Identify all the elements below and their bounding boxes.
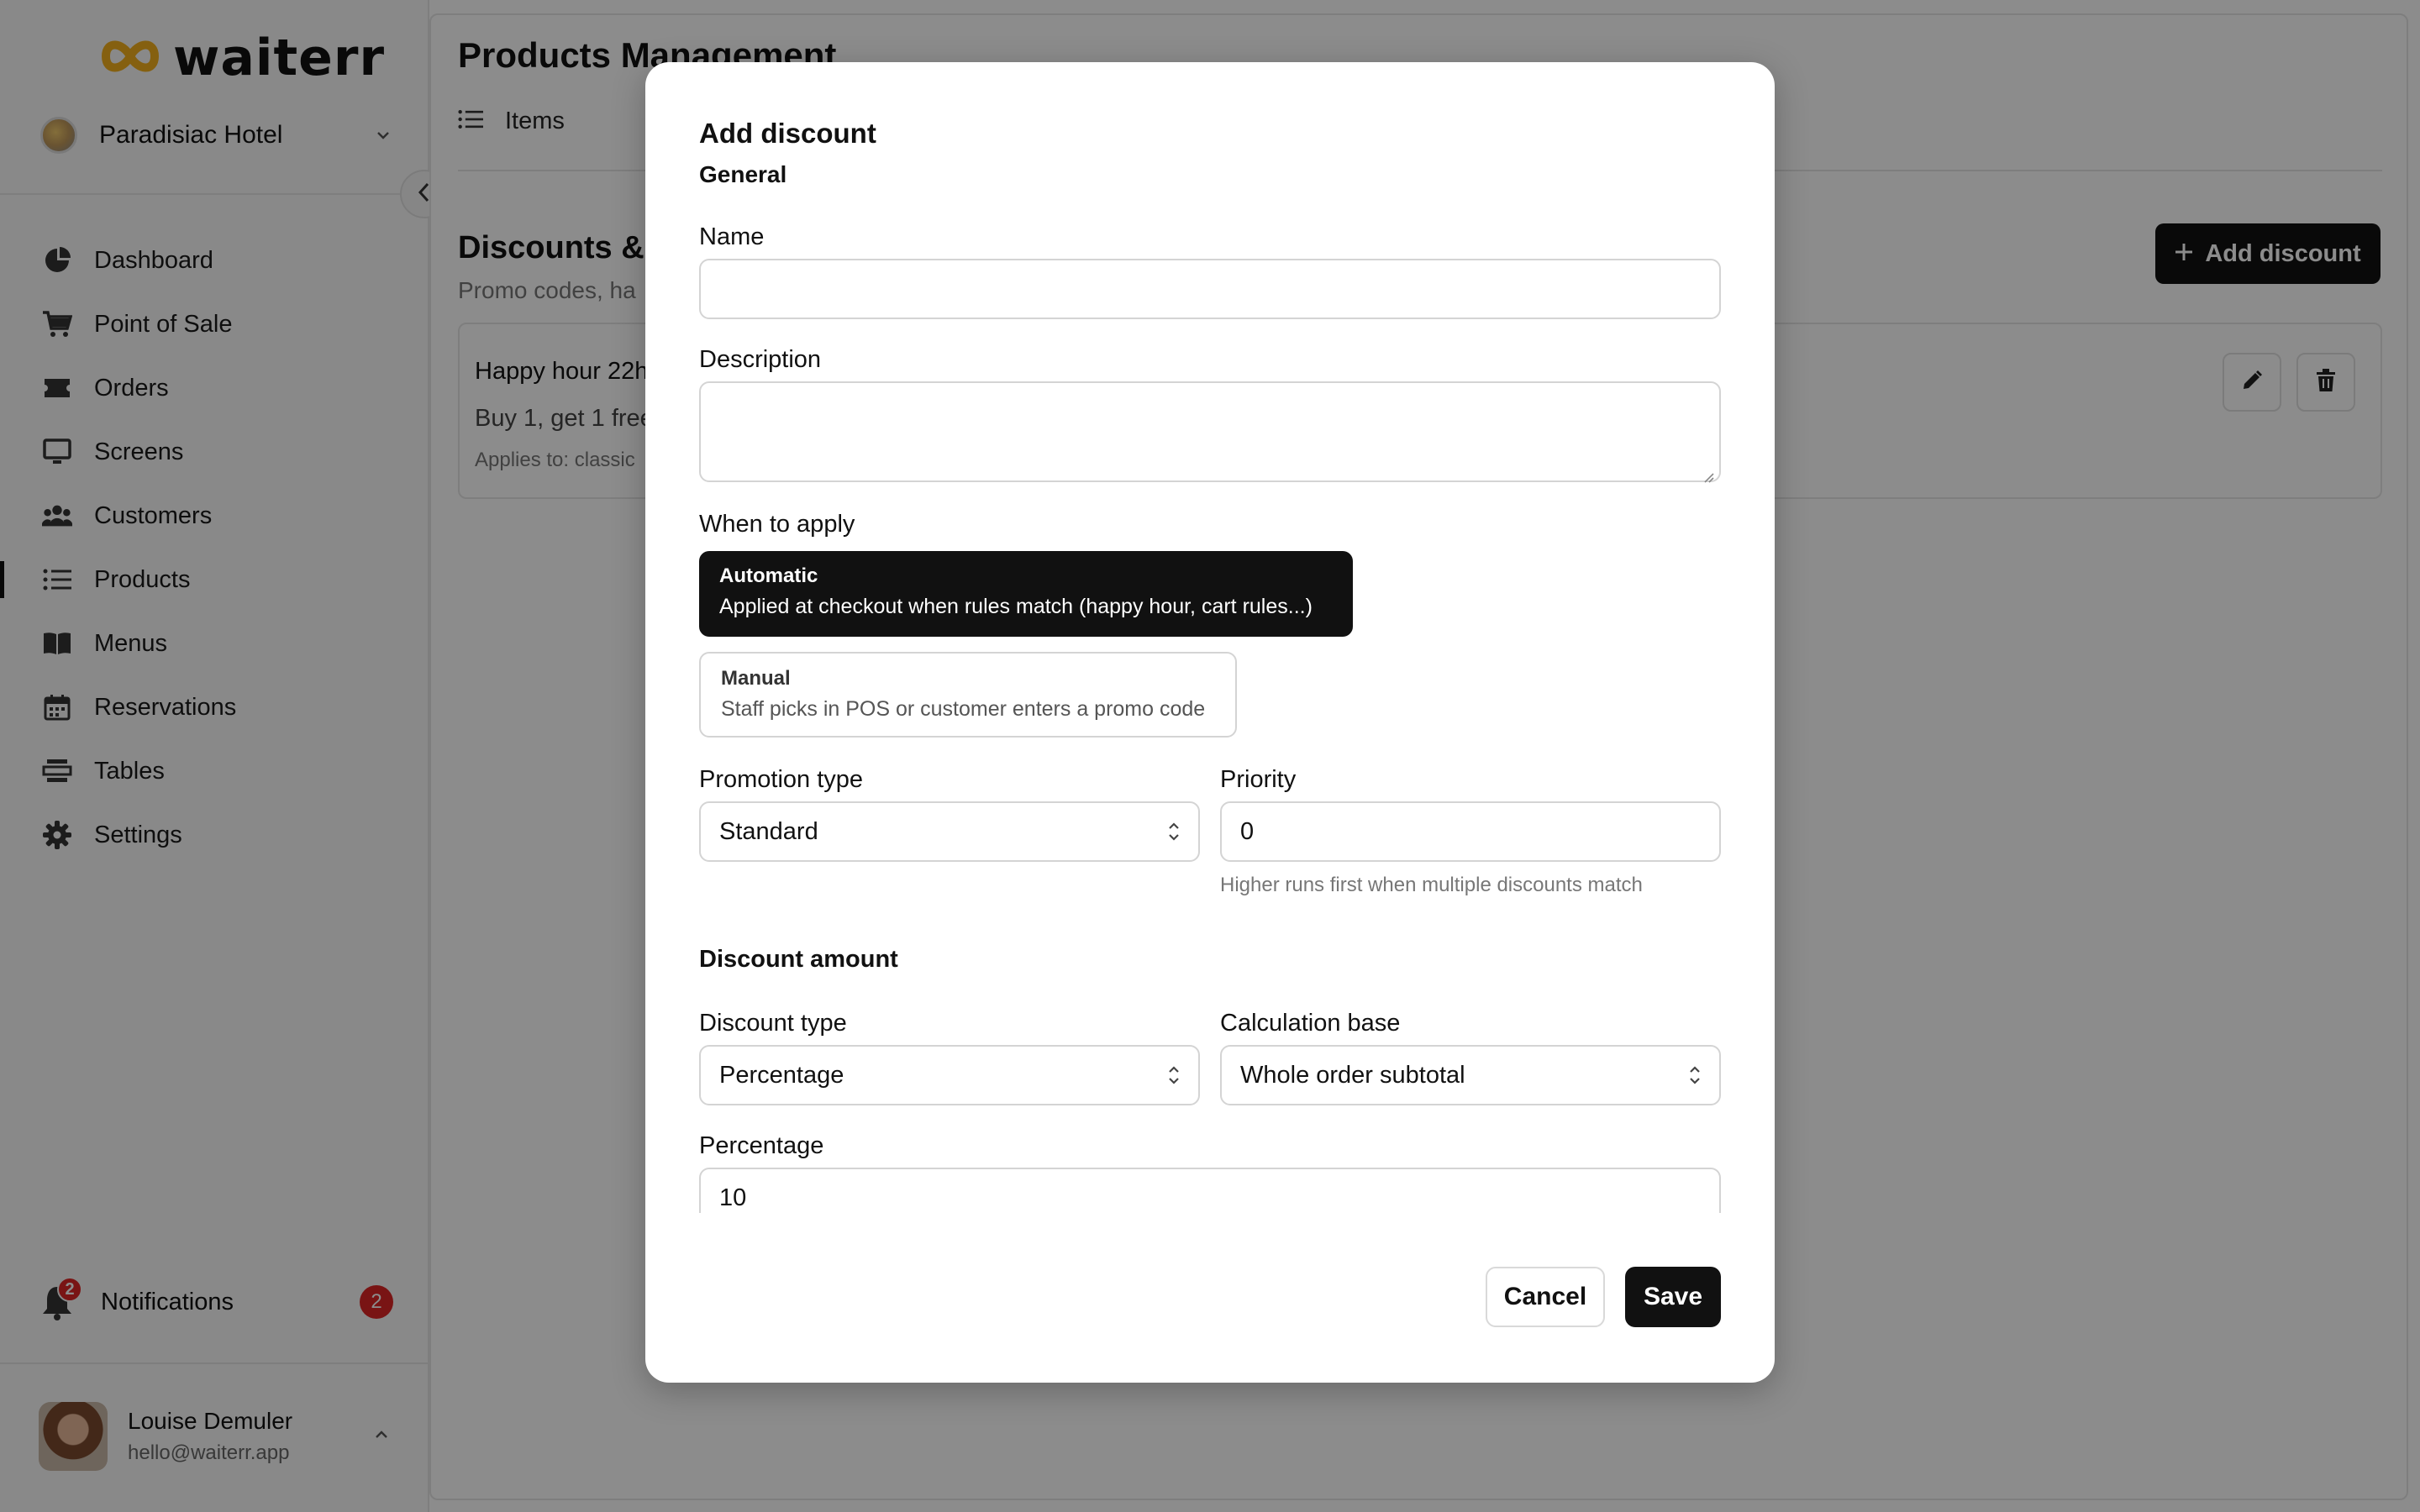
priority-input[interactable]: 0 xyxy=(1220,801,1721,862)
discount-type-select[interactable]: Percentage xyxy=(699,1045,1200,1105)
scroll-clip xyxy=(645,1213,1775,1236)
manual-option[interactable]: Manual Staff picks in POS or customer en… xyxy=(699,652,1237,738)
discount-amount-heading: Discount amount xyxy=(699,946,898,973)
select-arrows-icon xyxy=(1166,1063,1181,1088)
select-arrows-icon xyxy=(1687,1063,1702,1088)
dialog-title: Add discount xyxy=(699,118,876,149)
manual-option-title: Manual xyxy=(721,667,791,690)
discount-type-label: Discount type xyxy=(699,1010,847,1037)
resize-grip-icon[interactable] xyxy=(1701,462,1714,483)
add-discount-dialog: Add discount General Name Description Wh… xyxy=(645,62,1775,1383)
cancel-button[interactable]: Cancel xyxy=(1486,1267,1605,1327)
calculation-base-value: Whole order subtotal xyxy=(1240,1061,1465,1089)
priority-label: Priority xyxy=(1220,766,1297,793)
automatic-option-description: Applied at checkout when rules match (ha… xyxy=(719,595,1313,618)
select-arrows-icon xyxy=(1166,819,1181,844)
priority-hint: Higher runs first when multiple discount… xyxy=(1220,874,1643,896)
discount-type-value: Percentage xyxy=(719,1061,844,1089)
description-label: Description xyxy=(699,346,822,373)
promotion-type-select[interactable]: Standard xyxy=(699,801,1200,862)
save-button[interactable]: Save xyxy=(1625,1267,1721,1327)
manual-option-description: Staff picks in POS or customer enters a … xyxy=(721,697,1206,721)
automatic-option[interactable]: Automatic Applied at checkout when rules… xyxy=(699,551,1353,637)
name-label: Name xyxy=(699,223,765,250)
promotion-type-label: Promotion type xyxy=(699,766,864,793)
automatic-option-title: Automatic xyxy=(719,564,818,587)
percentage-label: Percentage xyxy=(699,1132,824,1159)
calculation-base-label: Calculation base xyxy=(1220,1010,1401,1037)
calculation-base-select[interactable]: Whole order subtotal xyxy=(1220,1045,1721,1105)
when-to-apply-label: When to apply xyxy=(699,511,855,538)
promotion-type-value: Standard xyxy=(719,817,818,845)
name-field[interactable] xyxy=(699,259,1721,319)
general-section-heading: General xyxy=(699,161,787,187)
description-field[interactable] xyxy=(699,381,1721,483)
